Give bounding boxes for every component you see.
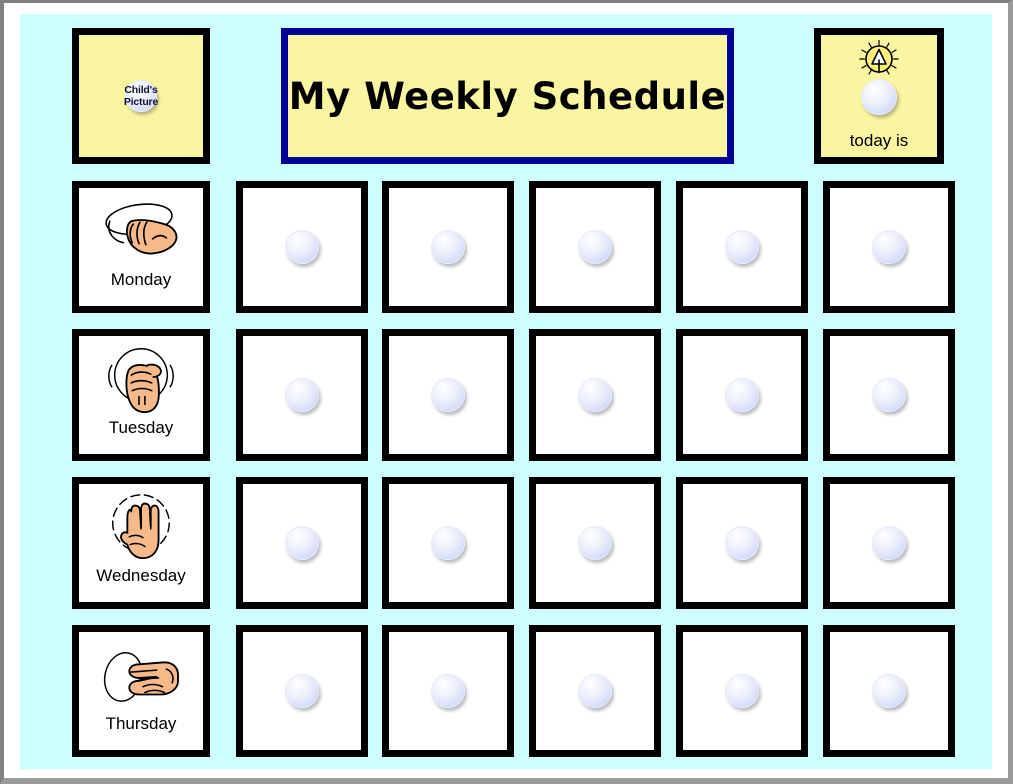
- schedule-row: Monday: [20, 181, 992, 313]
- activity-slot[interactable]: [823, 625, 955, 757]
- today-is-card-inner: today is: [821, 35, 937, 157]
- activity-slot[interactable]: [529, 329, 661, 461]
- schedule-grid: Monday Tuesday Wednesday Thursday: [20, 164, 992, 769]
- today-is-label: today is: [849, 131, 909, 150]
- activity-slot[interactable]: [823, 477, 955, 609]
- lamp-sun-icon: [859, 39, 899, 75]
- velcro-dot-icon: [431, 230, 465, 264]
- activity-slot[interactable]: [236, 477, 368, 609]
- day-label: Tuesday: [108, 418, 174, 437]
- activity-slot[interactable]: [382, 477, 514, 609]
- activity-slot[interactable]: [529, 181, 661, 313]
- velcro-dot-icon: [725, 674, 759, 708]
- velcro-dot-icon: [578, 230, 612, 264]
- activity-slot[interactable]: [382, 625, 514, 757]
- velcro-dot-icon: [578, 674, 612, 708]
- activity-slot[interactable]: [676, 625, 808, 757]
- activity-slot[interactable]: [382, 181, 514, 313]
- schedule-row: Wednesday: [20, 477, 992, 609]
- activity-slot[interactable]: [676, 329, 808, 461]
- velcro-dot-icon: [872, 674, 906, 708]
- asl-hand-tuesday-icon: [96, 340, 186, 418]
- activity-slot[interactable]: [236, 625, 368, 757]
- activity-slot[interactable]: [823, 181, 955, 313]
- day-cell-monday[interactable]: Monday: [72, 181, 210, 313]
- velcro-dot-icon: [431, 378, 465, 412]
- activity-slot[interactable]: [823, 329, 955, 461]
- activity-slot[interactable]: [382, 329, 514, 461]
- velcro-dot-icon: [285, 674, 319, 708]
- asl-hand-monday-icon: [96, 192, 186, 270]
- velcro-dot-icon: [431, 526, 465, 560]
- day-cell-inner: Wednesday: [79, 484, 203, 602]
- velcro-dot-icon: [872, 378, 906, 412]
- activity-slot[interactable]: [676, 181, 808, 313]
- velcro-dot-icon: [285, 378, 319, 412]
- velcro-dot-icon: [431, 674, 465, 708]
- activity-slot[interactable]: [236, 181, 368, 313]
- application-window: Child's Picture My Weekly Schedule today…: [0, 0, 1013, 784]
- velcro-dot-icon: [861, 79, 897, 115]
- day-cell-inner: Tuesday: [79, 336, 203, 454]
- velcro-dot-icon: [125, 80, 157, 112]
- activity-slot[interactable]: [529, 477, 661, 609]
- title-card: My Weekly Schedule: [281, 28, 734, 164]
- title-card-inner: My Weekly Schedule: [289, 40, 726, 152]
- day-cell-wednesday[interactable]: Wednesday: [72, 477, 210, 609]
- header-row: Child's Picture My Weekly Schedule today…: [20, 14, 992, 164]
- velcro-dot-icon: [578, 378, 612, 412]
- asl-hand-wednesday-icon: [96, 488, 186, 566]
- day-cell-inner: Thursday: [79, 632, 203, 750]
- page-title: My Weekly Schedule: [288, 74, 727, 118]
- velcro-dot-icon: [285, 230, 319, 264]
- activity-slot[interactable]: [676, 477, 808, 609]
- velcro-dot-icon: [725, 526, 759, 560]
- day-cell-inner: Monday: [79, 188, 203, 306]
- day-label: Wednesday: [96, 566, 186, 585]
- asl-hand-thursday-icon: [96, 636, 186, 714]
- child-picture-box[interactable]: Child's Picture: [72, 28, 210, 164]
- velcro-dot-icon: [872, 526, 906, 560]
- schedule-row: Tuesday: [20, 329, 992, 461]
- activity-slot[interactable]: [529, 625, 661, 757]
- today-is-card[interactable]: today is: [814, 28, 944, 164]
- day-cell-tuesday[interactable]: Tuesday: [72, 329, 210, 461]
- day-label: Monday: [110, 270, 172, 289]
- velcro-dot-icon: [285, 526, 319, 560]
- schedule-row: Thursday: [20, 625, 992, 757]
- day-label: Thursday: [105, 714, 177, 733]
- velcro-dot-icon: [578, 526, 612, 560]
- schedule-page: Child's Picture My Weekly Schedule today…: [20, 14, 992, 769]
- velcro-dot-icon: [725, 230, 759, 264]
- velcro-dot-icon: [872, 230, 906, 264]
- velcro-dot-icon: [725, 378, 759, 412]
- activity-slot[interactable]: [236, 329, 368, 461]
- day-cell-thursday[interactable]: Thursday: [72, 625, 210, 757]
